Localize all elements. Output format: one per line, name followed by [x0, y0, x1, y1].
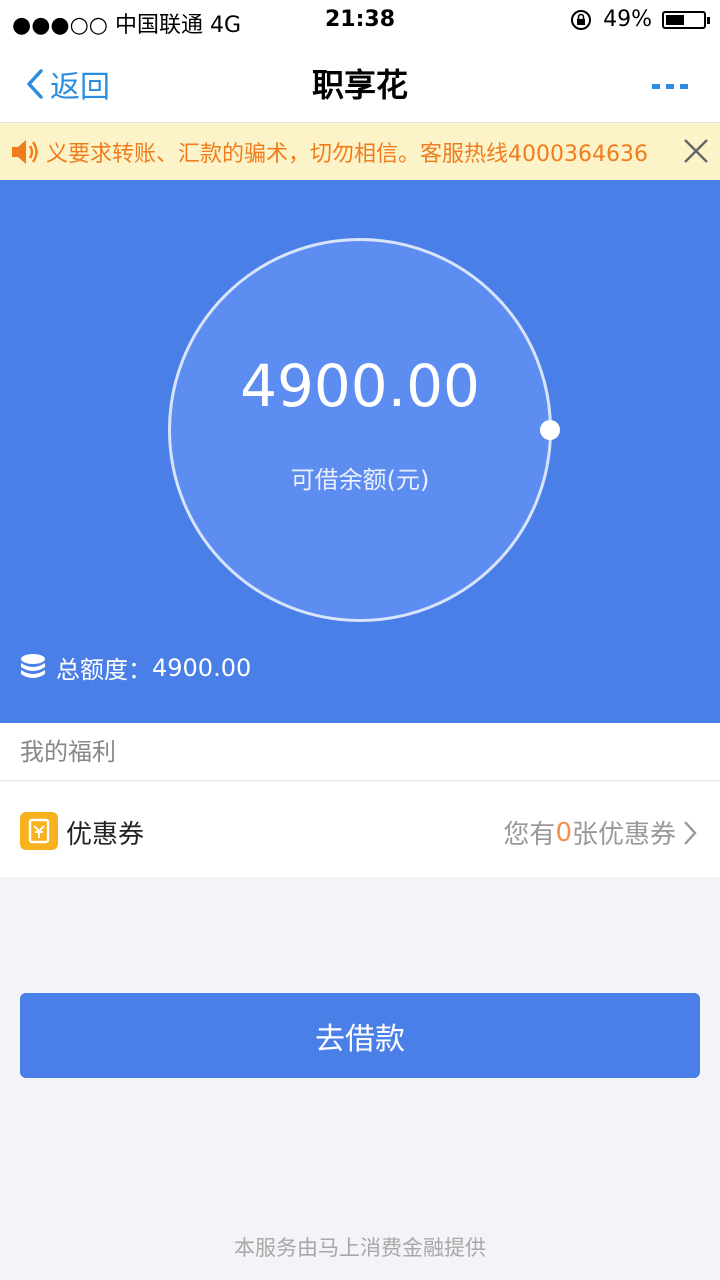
- speaker-icon: [12, 139, 38, 164]
- coupon-count: 0: [555, 817, 572, 848]
- notice-banner: 义要求转账、汇款的骗术，切勿相信。客服热线4000364636: [0, 123, 720, 180]
- coupon-prefix: 您有: [503, 820, 556, 850]
- total-limit-label: 总额度：: [56, 656, 152, 684]
- nav-bar: 返回 职享花: [0, 40, 720, 123]
- coupon-summary: 您有 0 张优惠券: [503, 814, 698, 851]
- coupon-suffix: 张优惠券: [571, 820, 676, 850]
- rotation-lock-icon: [571, 9, 592, 30]
- notice-text: 义要求转账、汇款的骗术，切勿相信。客服热线4000364636: [46, 141, 648, 167]
- coins-stack-icon: [21, 653, 45, 678]
- credit-ring-circle: [168, 238, 552, 622]
- coupon-label: 优惠券: [66, 820, 145, 850]
- close-icon: [684, 139, 708, 163]
- battery-percent: 49%: [603, 7, 652, 32]
- more-button[interactable]: [652, 76, 688, 95]
- notice-close-button[interactable]: [682, 137, 710, 169]
- coupon-icon: [20, 812, 58, 850]
- available-amount: 4900.00: [240, 352, 480, 420]
- chevron-right-icon: [684, 820, 697, 845]
- credit-ring: 4900.00 可借余额(元): [160, 230, 560, 630]
- total-limit-value: 4900.00: [152, 653, 252, 682]
- service-provider-footer: 本服务由马上消费金融提供: [234, 1236, 486, 1260]
- total-limit: 总额度： 4900.00: [20, 650, 251, 685]
- status-right: 49%: [569, 7, 710, 32]
- page-title: 职享花: [311, 66, 408, 104]
- borrow-button[interactable]: 去借款: [20, 993, 700, 1078]
- status-bar: ●●●○○ 中国联通 4G 21:38 49%: [0, 0, 720, 40]
- ring-progress-dot: [540, 420, 560, 440]
- more-dots-icon: [652, 84, 688, 89]
- credit-hero: 4900.00 可借余额(元) 总额度： 4900.00: [0, 180, 720, 723]
- benefits-section-title: 我的福利: [0, 723, 720, 781]
- available-amount-label: 可借余额(元): [290, 466, 430, 494]
- battery-icon: [662, 10, 710, 29]
- coupon-row[interactable]: 优惠券 您有 0 张优惠券: [0, 782, 720, 877]
